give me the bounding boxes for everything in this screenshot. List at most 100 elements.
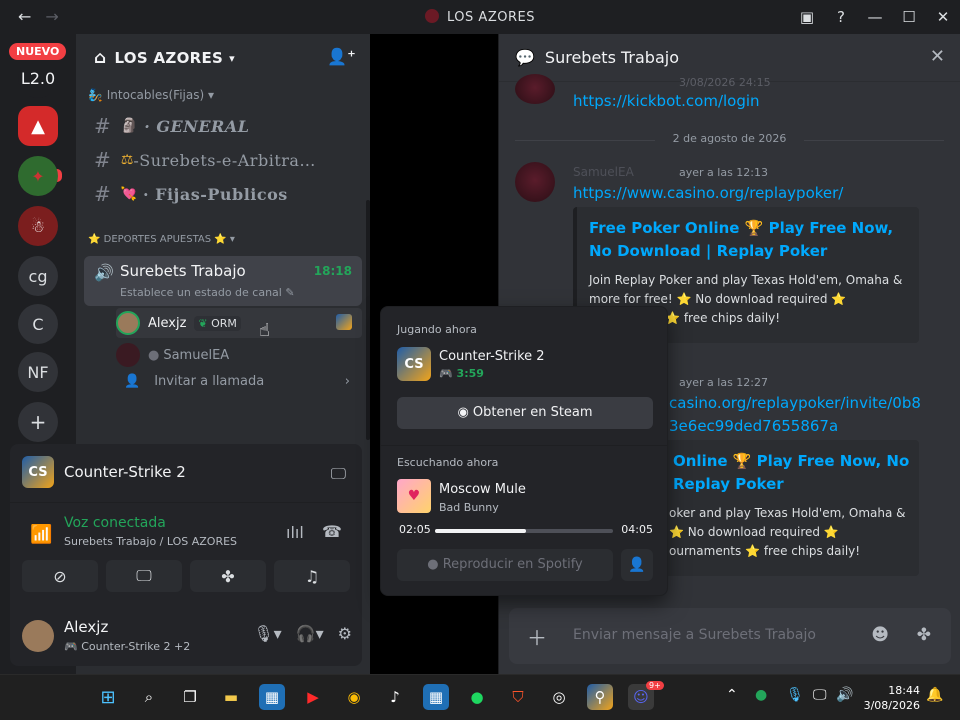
message-link[interactable]: https://kickbot.com/login [573,92,760,110]
current-user[interactable]: Alexjz 🎮 Counter-Strike 2 +2 🎙▾ 🎧▾ ⚙ [22,616,352,656]
category-intocables[interactable]: 🧞 Intocables(Fijas) ▾ [88,88,214,102]
invite-to-call[interactable]: 👤 Invitar a llamada › [124,374,354,389]
embed-title[interactable]: Online 🏆 Play Free Now, No Replay Poker [673,450,913,496]
spotify-icon: ● [427,557,439,572]
tray-green-icon[interactable]: ● [755,687,767,703]
user-status-text: Counter-Strike 2 +2 [81,640,191,653]
brave-icon[interactable]: ⛉ [505,684,531,710]
settings-gear-icon[interactable]: ⚙ [338,624,352,643]
voice-location[interactable]: Surebets Trabajo / LOS AZORES [64,535,237,548]
add-member-icon[interactable]: 👤⁺ [327,47,356,66]
guild-nf[interactable]: NF [18,352,58,392]
message-link[interactable]: https://www.casino.org/replaypoker/ [573,184,843,202]
embed-title[interactable]: Free Poker Online 🏆 Play Free Now, No Do… [589,217,909,263]
windows-start-icon[interactable]: ⊞ [95,684,121,710]
app-icon-2[interactable]: ▦ [423,684,449,710]
message-link-continued[interactable]: 3e6ec99ded7655867a [669,417,838,435]
message-link[interactable]: casino.org/replaypoker/invite/0b8 [669,394,921,412]
guild-red[interactable]: ▲ [18,106,58,146]
message-composer[interactable]: ＋ Enviar mensaje a Surebets Trabajo ☻ ✤ [509,608,951,664]
camera-off-button[interactable]: ⊘ [22,560,98,592]
maximize-button[interactable]: ☐ [892,8,926,26]
guild-santa-icon: ☃ [30,216,46,236]
noise-suppression-icon[interactable]: ılıl [286,523,304,542]
pencil-icon: ✎ [285,286,295,299]
add-server-button[interactable]: + [18,402,58,442]
emoji-icon[interactable]: ☻ [871,625,889,645]
member-name: SamuelEA [163,347,230,363]
headphones-icon[interactable]: 🎧▾ [296,624,324,643]
spotify-icon[interactable]: ● [464,684,490,710]
category-deportes[interactable]: ⭐ DEPORTES APUESTAS ⭐ ▾ [88,234,235,245]
spotify-button-label: Reproducir en Spotify [442,557,583,572]
get-on-steam-button[interactable]: ◉ Obtener en Steam [397,397,653,429]
album-art: ♥ [397,479,431,513]
app-icon[interactable]: ▦ [259,684,285,710]
playing-now-label: Jugando ahora [397,323,477,336]
avatar [116,343,140,367]
guild-green-avatar[interactable]: ✦ [18,156,58,196]
voice-channel-timer: 18:18 [313,264,352,278]
avatar[interactable] [515,74,555,104]
guild-c[interactable]: C [18,304,58,344]
guild-santa-avatar[interactable]: ☃ [18,206,58,246]
screen-share-icon[interactable]: 🖵 [331,464,346,484]
tray-mic-icon[interactable]: 🎙 [786,687,804,703]
volume-icon[interactable]: 🔊 [836,687,853,703]
apps-icon[interactable]: ✤ [917,625,931,645]
tiktok-icon[interactable]: ♪ [382,684,408,710]
youtube-icon[interactable]: ▶ [300,684,326,710]
voice-connected-label[interactable]: Voz conectada [64,515,166,531]
gamepad-icon: 🎮 [439,367,453,380]
cs2-taskbar-icon[interactable]: ⚲ [587,684,613,710]
gamepad-icon: 🎮 [64,640,78,653]
channel-general[interactable]: # 🗿 · GENERAL [84,110,362,142]
avatar[interactable] [515,162,555,202]
listen-along-button[interactable]: 👤 [621,549,653,581]
guild-cg[interactable]: cg [18,256,58,296]
channel-surebets-arbitrage[interactable]: # ⚖ -Surebets-e-Arbitra… [84,144,362,176]
chrome-icon[interactable]: ◉ [341,684,367,710]
microphone-icon[interactable]: 🎙▾ [253,624,281,643]
channel-status-placeholder[interactable]: Establece un estado de canal ✎ [120,286,295,299]
channel-fijas-publicos[interactable]: # 💘 · Fijas-Publicos [84,178,362,210]
song-progress-bar [435,529,613,533]
message-timestamp: ayer a las 12:13 [679,166,768,179]
close-icon[interactable]: ✕ [930,46,945,67]
minimize-button[interactable]: — [858,8,892,26]
close-window-button[interactable]: ✕ [926,8,960,26]
song-elapsed: 02:05 [399,523,431,536]
song-artist: Bad Bunny [439,501,499,514]
disconnect-icon[interactable]: ☎ [322,522,342,541]
task-view-icon[interactable]: ❐ [177,684,203,710]
guild-l20[interactable]: L2.0 [18,58,58,98]
attach-plus-icon[interactable]: ＋ [527,622,547,651]
inbox-icon[interactable]: ▣ [790,8,824,26]
popup-game-time: 🎮 3:59 [439,367,484,380]
server-home-icon: ⌂ [94,48,107,68]
tray-chevron-icon[interactable]: ⌃ [726,687,738,703]
clock[interactable]: 18:44 3/08/2026 [864,683,920,713]
channel-name: · GENERAL [144,116,250,136]
share-screen-button[interactable]: 🖵 [106,560,182,592]
message-author[interactable]: SamuelEA [573,165,634,179]
voice-channel-surebets[interactable]: 🔊 Surebets Trabajo 18:18 Establece un es… [84,256,362,306]
activities-button[interactable]: ✤ [190,560,266,592]
play-on-spotify-button[interactable]: ● Reproducir en Spotify [397,549,613,581]
notification-icon[interactable]: 🔔 [926,687,943,703]
nuevo-badge[interactable]: NUEVO [9,43,67,60]
file-explorer-icon[interactable]: ▬ [218,684,244,710]
network-icon[interactable]: 🖵 [813,687,827,703]
overlay-app-icon[interactable]: ◎ [546,684,572,710]
soundboard-button[interactable]: ♫ [274,560,350,592]
steam-button-label: Obtener en Steam [472,405,593,420]
clan-tag: ❦ ORM [194,315,241,331]
voice-member-samuelea[interactable]: ● SamuelEA [116,340,362,370]
search-icon[interactable]: ⌕ [136,684,162,710]
message-input-placeholder[interactable]: Enviar mensaje a Surebets Trabajo [573,627,816,643]
voice-member-alexjz[interactable]: Alexjz ❦ ORM [116,308,362,338]
category-label: 🧞 Intocables(Fijas) [88,88,205,102]
help-icon[interactable]: ? [824,8,858,26]
server-header[interactable]: ⌂ LOS AZORES ▾ 👤⁺ [76,34,370,82]
hash-icon: # [94,148,111,172]
